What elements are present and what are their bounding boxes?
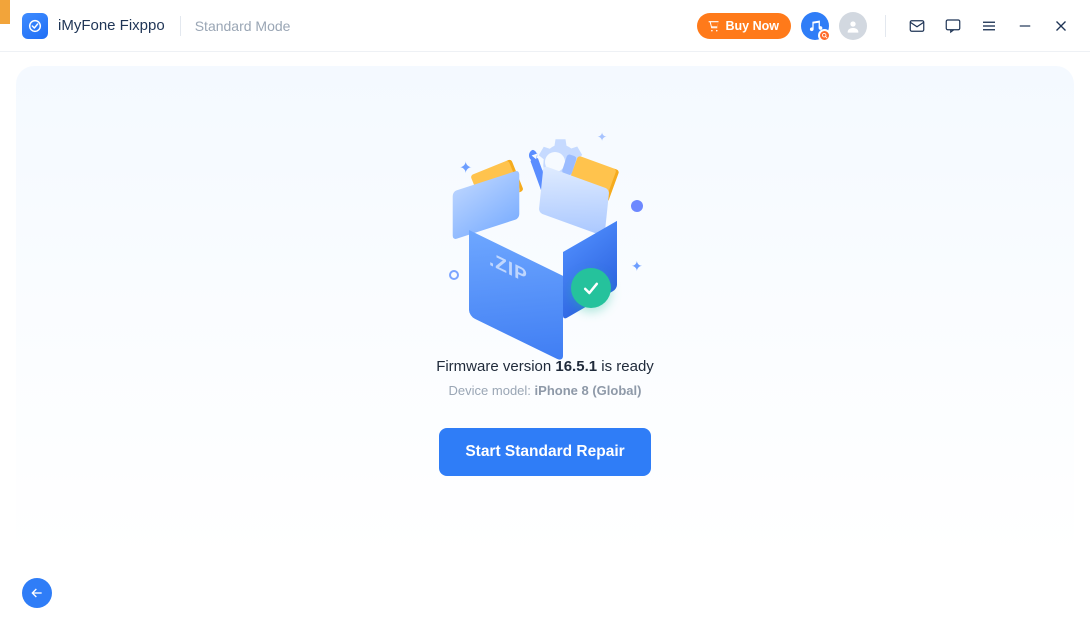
app-logo-glyph xyxy=(27,18,43,34)
app-logo xyxy=(22,13,48,39)
firmware-box-illustration: .ZIP ✦ ✦ ✦ xyxy=(435,130,655,320)
feedback-mail-icon[interactable] xyxy=(904,13,930,39)
device-model: iPhone 8 (Global) xyxy=(535,383,642,398)
device-model-text: Device model: iPhone 8 (Global) xyxy=(449,383,642,398)
support-chat-icon[interactable] xyxy=(940,13,966,39)
title-bar: iMyFone Fixppo Standard Mode Buy Now xyxy=(0,0,1090,52)
firmware-suffix: is ready xyxy=(597,358,654,375)
firmware-status-text: Firmware version 16.5.1 is ready xyxy=(436,358,654,375)
box-side xyxy=(469,230,563,362)
firmware-version: 16.5.1 xyxy=(555,358,597,375)
decoration-dot xyxy=(631,200,643,212)
buy-now-button[interactable]: Buy Now xyxy=(697,13,791,39)
menu-icon[interactable] xyxy=(976,13,1002,39)
arrow-left-icon xyxy=(29,585,45,601)
back-button[interactable] xyxy=(22,578,52,608)
app-name: iMyFone Fixppo xyxy=(58,17,165,34)
minimize-button[interactable] xyxy=(1012,13,1038,39)
sparkle-icon: ✦ xyxy=(459,158,472,178)
close-button[interactable] xyxy=(1048,13,1074,39)
mode-label: Standard Mode xyxy=(195,18,291,34)
sparkle-icon: ✦ xyxy=(597,130,607,144)
title-divider xyxy=(180,16,181,36)
decoration-ring xyxy=(449,270,459,280)
music-promo-badge-icon xyxy=(818,29,831,42)
title-bar-right: Buy Now xyxy=(697,12,1074,40)
firmware-prefix: Firmware version xyxy=(436,358,555,375)
buy-now-label: Buy Now xyxy=(726,19,779,33)
account-icon[interactable] xyxy=(839,12,867,40)
start-standard-repair-button[interactable]: Start Standard Repair xyxy=(439,428,650,476)
device-label: Device model: xyxy=(449,383,535,398)
cart-icon xyxy=(707,19,720,32)
title-divider-right xyxy=(885,15,886,37)
check-badge-icon xyxy=(571,268,611,308)
sparkle-icon: ✦ xyxy=(631,258,643,275)
main-panel: .ZIP ✦ ✦ ✦ Firmware version 16.5.1 is re… xyxy=(16,66,1074,558)
music-promo-icon[interactable] xyxy=(801,12,829,40)
content-area: .ZIP ✦ ✦ ✦ Firmware version 16.5.1 is re… xyxy=(0,52,1090,620)
box-flap xyxy=(453,170,520,240)
start-button-label: Start Standard Repair xyxy=(465,443,624,460)
